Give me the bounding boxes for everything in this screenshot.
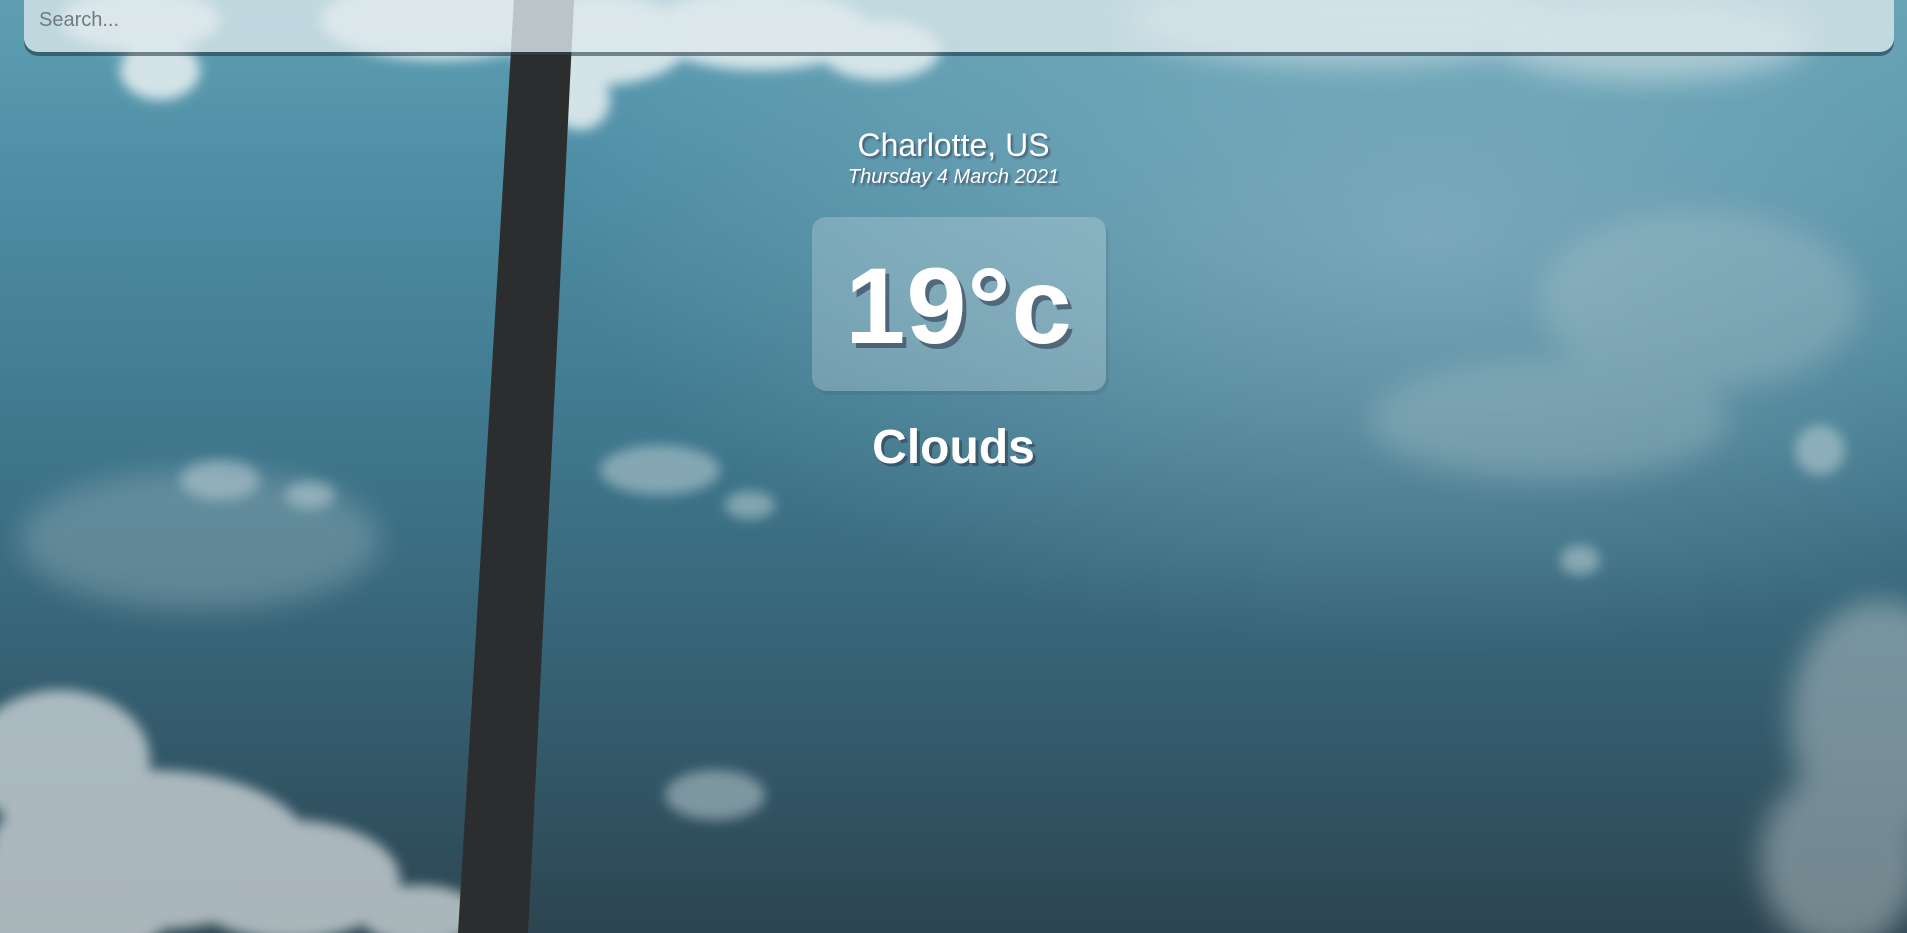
current-date: Thursday 4 March 2021	[847, 166, 1060, 188]
location-box: Charlotte, US Thursday 4 March 2021	[0, 125, 1907, 189]
search-bar	[24, 0, 1894, 52]
weather-condition: Clouds	[872, 421, 1035, 474]
temperature-value: 19°c	[845, 245, 1073, 366]
temperature-box: 19°c	[812, 217, 1106, 391]
search-input[interactable]	[24, 0, 1894, 40]
weather-app: Charlotte, US Thursday 4 March 2021 19°c…	[0, 0, 1907, 933]
location-name: Charlotte, US	[857, 127, 1050, 163]
